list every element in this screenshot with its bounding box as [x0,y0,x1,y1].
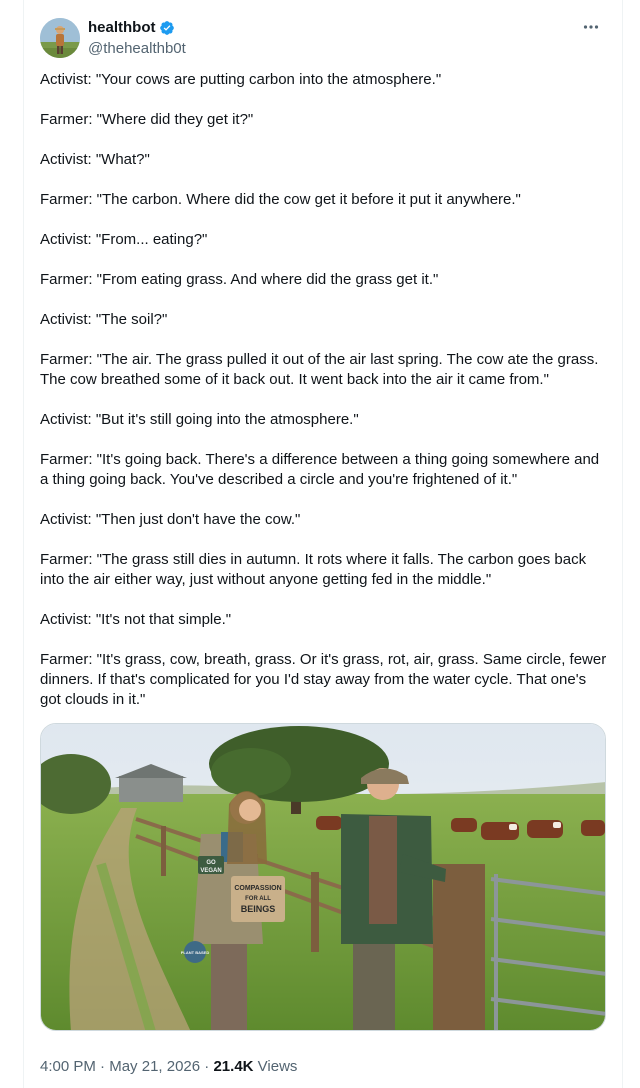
tweet-paragraph: Farmer: "The grass still dies in autumn.… [40,551,591,588]
meta-separator: · [204,1058,210,1075]
views-count[interactable]: 21.4K [213,1058,253,1075]
tweet-paragraph: Activist: "It's not that simple." [40,611,232,628]
author-name-row: healthbot [88,18,175,38]
avatar[interactable] [40,18,80,58]
meta-separator: · [100,1058,106,1075]
tweet-paragraph: Activist: "But it's still going into the… [40,411,359,428]
patch-line-2: VEGAN [200,868,221,874]
tweet-paragraph: Activist: "What?" [40,151,150,168]
views-label: Views [257,1058,298,1075]
tweet-paragraph: Farmer: "Where did they get it?" [40,111,254,128]
tweet-paragraph: Activist: "From... eating?" [40,231,208,248]
sign-line-3: BEINGS [241,904,276,914]
tweet-paragraph: Activist: "The soil?" [40,311,168,328]
tweet-paragraph: Activist: "Your cows are putting carbon … [40,71,442,88]
tweet-date[interactable]: May 21, 2026 [109,1058,200,1075]
tweet-time[interactable]: 4:00 PM [40,1058,96,1075]
patch-line-1: GO [206,860,216,866]
tweet-paragraph: Farmer: "The air. The grass pulled it ou… [40,351,603,388]
tweet-meta: 4:00 PM · May 21, 2026 · 21.4K Views [40,1057,297,1077]
verified-badge-icon [159,20,175,36]
author-handle[interactable]: @thehealthb0t [88,39,186,59]
sign-line-2: FOR ALL [245,896,271,902]
tweet-image[interactable]: COMPASSION FOR ALL BEINGS GO VEGAN PLANT… [40,723,606,1031]
tweet-paragraph: Farmer: "It's grass, cow, breath, grass.… [40,651,611,708]
tweet-paragraph: Farmer: "It's going back. There's a diff… [40,451,604,488]
more-options-icon[interactable] [578,14,604,40]
tweet-paragraph: Activist: "Then just don't have the cow.… [40,511,301,528]
tweet-paragraph: Farmer: "From eating grass. And where di… [40,271,439,288]
tweet-paragraph: Farmer: "The carbon. Where did the cow g… [40,191,521,208]
author-display-name[interactable]: healthbot [88,18,156,38]
badge-text: PLANT BASED [181,950,210,955]
sign-line-1: COMPASSION [234,885,281,892]
tweet-text: Activist: "Your cows are putting carbon … [40,70,610,710]
